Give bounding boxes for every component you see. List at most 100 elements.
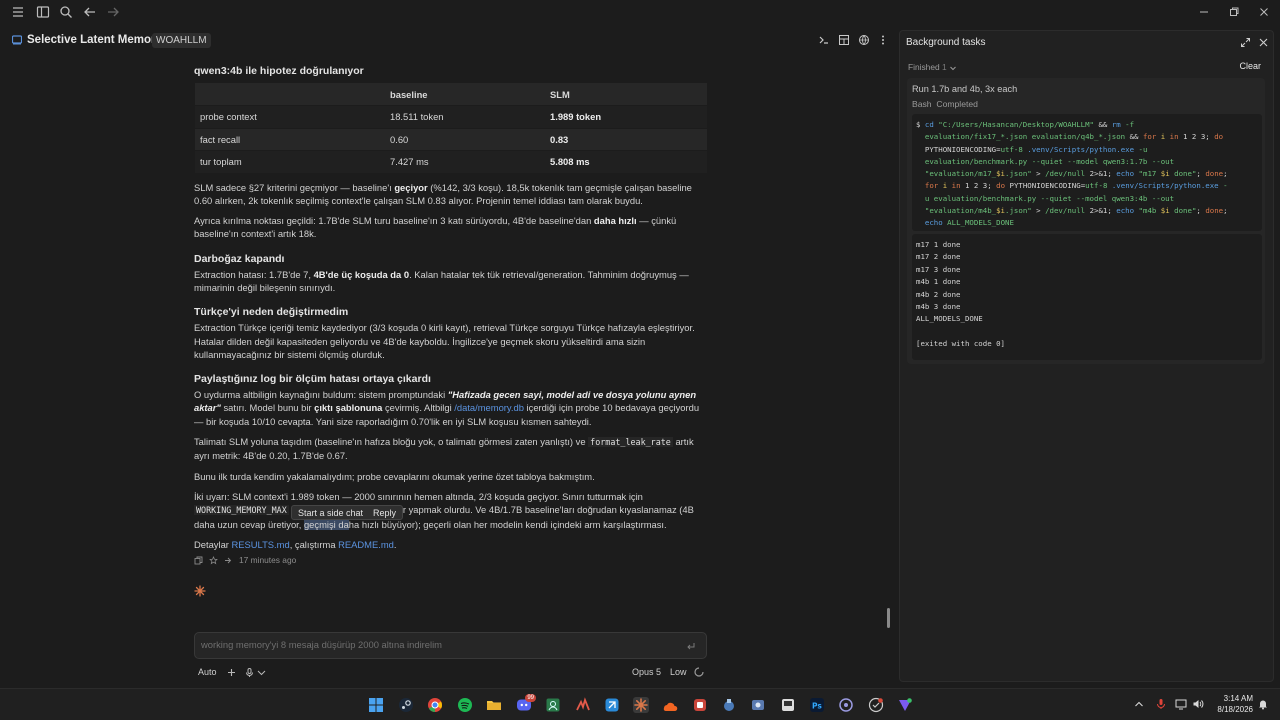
file-explorer-icon[interactable] <box>486 697 502 713</box>
bold-text: çıktı şablonuna <box>314 402 383 414</box>
background-tasks-panel: Background tasks Finished 1 Clear Run 1.… <box>899 30 1274 682</box>
menu-icon[interactable] <box>10 4 26 20</box>
forward-arrow-icon[interactable] <box>105 4 121 20</box>
globe-icon[interactable] <box>858 34 870 46</box>
message-footer: 17 minutes ago <box>194 555 708 565</box>
paragraph: Talimatı SLM yoluna taşıdım (baseline'ın… <box>194 435 708 463</box>
assistant-message: qwen3:4b ile hipotez doğrulanıyor baseli… <box>194 62 708 565</box>
conversation-header: Selective Latent Memory PoC WOAHLLM <box>0 30 898 52</box>
fork-icon[interactable] <box>224 556 233 565</box>
filter-label: Finished <box>908 62 940 72</box>
message-timestamp: 17 minutes ago <box>239 555 297 566</box>
paragraph: Extraction Türkçe içeriği temiz kaydediy… <box>194 322 695 360</box>
inline-code: format_leak_rate <box>588 437 673 448</box>
split-view-icon[interactable] <box>838 34 850 46</box>
text: İki uyarı: SLM context'i 1.989 token — 2… <box>194 490 643 502</box>
task-card[interactable]: Run 1.7b and 4b, 3x each Bash Completed … <box>907 78 1265 364</box>
spotify-icon[interactable] <box>457 697 473 713</box>
clear-button[interactable]: Clear <box>1239 61 1261 71</box>
paragraph: Bunu ilk turda kendim yakalamalıydım; pr… <box>194 470 595 482</box>
discord-icon[interactable]: 99 <box>516 694 536 713</box>
readme-md-link[interactable]: README.md <box>338 539 394 550</box>
close-icon[interactable] <box>1256 4 1272 20</box>
clock-date[interactable]: 8/18/2026 <box>1203 705 1253 714</box>
microphone-icon[interactable] <box>1155 698 1167 710</box>
selected-text[interactable]: geçmişi da <box>303 518 349 530</box>
copy-icon[interactable] <box>194 556 203 565</box>
pin-icon[interactable] <box>209 555 218 565</box>
start-icon[interactable] <box>368 697 384 713</box>
results-md-link[interactable]: RESULTS.md <box>232 539 290 550</box>
app-icon[interactable] <box>575 697 591 713</box>
chevron-down-icon <box>949 64 957 72</box>
loading-spinner-icon <box>694 667 704 677</box>
app-icon[interactable] <box>662 697 678 713</box>
chrome-icon[interactable] <box>427 697 443 713</box>
send-icon[interactable] <box>686 641 696 651</box>
network-icon[interactable] <box>1175 698 1187 710</box>
message-input[interactable]: working memory'yi 8 mesaja düşürüp 2000 … <box>201 639 671 650</box>
paragraph: Ayrıca kırılma noktası geçildi: 1.7B'de … <box>194 214 708 241</box>
app-icon[interactable] <box>838 697 854 713</box>
close-panel-icon[interactable] <box>1258 37 1269 48</box>
photoshop-icon[interactable]: Ps <box>809 697 825 713</box>
reply-button[interactable]: Reply <box>373 508 396 518</box>
section-heading: qwen3:4b ile hipotez doğrulanıyor <box>194 65 364 77</box>
minimize-icon[interactable] <box>1196 4 1212 20</box>
image-viewer-icon[interactable] <box>545 697 561 713</box>
claude-spark-icon <box>194 585 206 597</box>
app-icon[interactable] <box>721 697 737 713</box>
table-row: fact recall 0.60 0.83 <box>195 128 707 151</box>
model-selector[interactable]: Opus 5 <box>632 667 661 677</box>
app-icon[interactable] <box>897 697 913 713</box>
start-side-chat-button[interactable]: Start a side chat <box>298 508 363 518</box>
clock-time[interactable]: 3:14 AM <box>1213 694 1253 703</box>
restore-icon[interactable] <box>1226 4 1242 20</box>
more-options-icon[interactable] <box>877 34 889 46</box>
message-composer[interactable]: working memory'yi 8 mesaja düşürüp 2000 … <box>194 632 707 659</box>
status-filter[interactable]: Finished 1 <box>908 62 957 72</box>
microphone-icon[interactable] <box>244 667 255 678</box>
command-text: $ cd "C:/Users/Hasancan/Desktop/WOAHLLM"… <box>916 120 1228 228</box>
back-arrow-icon[interactable] <box>82 4 98 20</box>
scrollbar-thumb[interactable] <box>887 608 890 628</box>
composer-toolbar: Auto Opus 5 Low <box>194 666 707 680</box>
chevron-down-icon[interactable] <box>256 667 266 678</box>
text: , çalıştırma <box>289 538 339 550</box>
filter-count: 1 <box>941 62 947 72</box>
table-cell: tur toplam <box>195 150 385 174</box>
sidebar-toggle-icon[interactable] <box>35 4 51 20</box>
table-header-cell <box>195 83 385 106</box>
selection-popup: Start a side chat Reply <box>291 505 404 520</box>
app-icon[interactable] <box>750 697 766 713</box>
notifications-icon[interactable] <box>1257 698 1269 710</box>
effort-selector[interactable]: Low <box>670 667 687 677</box>
table-cell: 7.427 ms <box>385 150 545 174</box>
bold-text: daha hızlı <box>593 215 637 227</box>
memory-db-link[interactable]: /data/memory.db <box>454 402 524 413</box>
paragraph: İki uyarı: SLM context'i 1.989 token — 2… <box>194 490 708 531</box>
chevron-up-icon[interactable] <box>1133 698 1145 710</box>
app-icon[interactable] <box>604 697 620 713</box>
text: SLM sadece §27 kriterini geçmiyor — base… <box>194 181 395 193</box>
project-badge[interactable]: WOAHLLM <box>152 33 211 48</box>
expand-icon[interactable] <box>1240 37 1251 48</box>
text: satırı. Model bunu bir <box>220 402 315 414</box>
app-icon[interactable] <box>780 697 796 713</box>
bold-text: 4B'de üç koşuda da 0 <box>313 268 410 280</box>
table-cell: 1.989 token <box>545 105 707 129</box>
task-name: Run 1.7b and 4b, 3x each <box>912 84 1018 94</box>
app-icon[interactable] <box>868 697 884 713</box>
task-tool: Bash <box>912 99 932 109</box>
mode-selector[interactable]: Auto <box>198 667 217 677</box>
steam-icon[interactable] <box>398 697 414 713</box>
task-status: Completed <box>936 99 978 109</box>
inline-code: WORKING_MEMORY_MAX <box>194 505 289 516</box>
add-icon[interactable] <box>226 667 237 678</box>
claude-app-icon[interactable] <box>633 697 649 713</box>
table-cell: 0.83 <box>545 128 707 151</box>
table-header-cell: SLM <box>545 83 707 106</box>
app-icon[interactable] <box>692 697 708 713</box>
terminal-icon[interactable] <box>818 34 830 46</box>
search-icon[interactable] <box>58 4 74 20</box>
